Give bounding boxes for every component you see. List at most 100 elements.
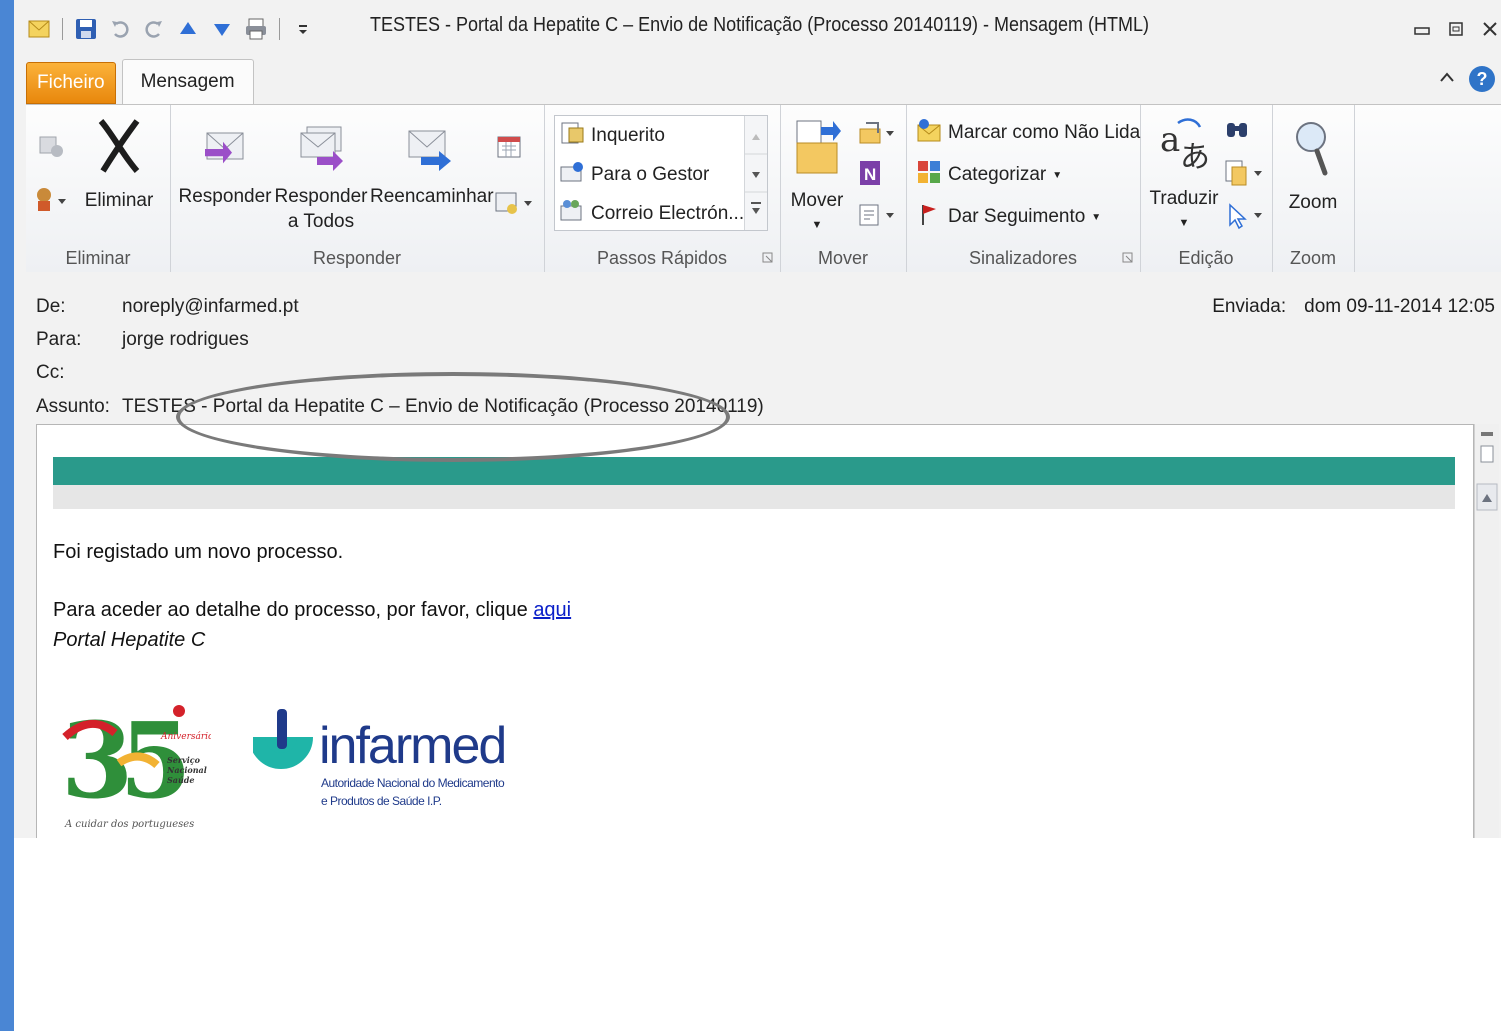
group-eliminar: Eliminar Eliminar xyxy=(26,105,171,273)
email-subheader-bar xyxy=(53,485,1455,509)
move-button[interactable]: Mover ▼ xyxy=(786,113,848,238)
svg-text:Aniversário: Aniversário xyxy=(160,731,211,742)
envelope-icon xyxy=(26,16,52,42)
delete-button[interactable]: Eliminar xyxy=(76,115,162,213)
reply-icon xyxy=(178,119,272,178)
outlook-message-window: TESTES - Portal da Hepatite C – Envio de… xyxy=(14,0,1501,838)
categorize-icon xyxy=(916,159,942,191)
rules-icon[interactable] xyxy=(856,119,896,152)
find-icon[interactable] xyxy=(1224,117,1252,150)
categorize-button[interactable]: Categorizar ▼ xyxy=(916,159,1062,191)
onenote-icon[interactable]: N xyxy=(856,159,884,192)
reply-label: Responder xyxy=(178,186,272,207)
group-label-tags: Sinalizadores xyxy=(968,248,1078,268)
manager-mail-icon xyxy=(559,159,585,191)
redo-icon[interactable] xyxy=(141,16,167,42)
cleanup-icon[interactable] xyxy=(34,185,68,220)
undo-icon[interactable] xyxy=(107,16,133,42)
customize-toolbar-icon[interactable] xyxy=(290,16,316,42)
body-line-2: Para aceder ao detalhe do processo, por … xyxy=(53,599,571,622)
select-icon[interactable] xyxy=(1224,201,1264,236)
magnifier-icon xyxy=(1278,115,1348,184)
follow-up-button[interactable]: Dar Seguimento ▼ xyxy=(916,201,1101,233)
categorize-label: Categorizar xyxy=(948,164,1047,185)
mark-unread-button[interactable]: Marcar como Não Lida xyxy=(916,117,1140,149)
svg-text:e Produtos de Saúde I.P.: e Produtos de Saúde I.P. xyxy=(321,794,442,808)
svg-text:Autoridade Nacional do Medicam: Autoridade Nacional do Medicamento xyxy=(321,776,505,790)
actions-icon[interactable] xyxy=(856,201,896,234)
svg-text:Serviço: Serviço xyxy=(167,755,201,765)
follow-up-dropdown-icon: ▼ xyxy=(1091,211,1102,223)
from-row: De: noreply@infarmed.pt xyxy=(36,296,299,318)
window-title: TESTES - Portal da Hepatite C – Envio de… xyxy=(370,14,1150,36)
forward-label: Reencaminhar xyxy=(370,186,494,207)
quick-step-inquerito[interactable]: Inquerito xyxy=(559,120,665,152)
ribbon-tabs: Ficheiro Mensagem xyxy=(26,59,254,104)
quick-step-para-o-gestor[interactable]: Para o Gestor xyxy=(559,159,709,191)
translate-button[interactable]: aあ Traduzir ▼ xyxy=(1146,115,1222,236)
body-line-1: Foi registado um novo processo. xyxy=(53,541,344,563)
group-label-editing: Edição xyxy=(1178,248,1234,268)
forward-icon xyxy=(370,119,488,178)
next-item-icon[interactable] xyxy=(209,16,235,42)
svg-text:Saúde: Saúde xyxy=(167,775,194,785)
left-accent-bar xyxy=(0,0,14,1031)
to-row: Para: jorge rodrigues xyxy=(36,329,249,351)
reply-all-label-2: a Todos xyxy=(287,211,355,232)
meeting-icon[interactable] xyxy=(496,133,524,166)
restore-icon[interactable] xyxy=(1445,18,1467,40)
sns-35-anniversary-logo: 35 Aniversário Serviço Nacional Saúde A … xyxy=(61,693,214,833)
related-icon[interactable] xyxy=(1224,159,1264,194)
zoom-label: Zoom xyxy=(1288,192,1338,213)
quick-step-label: Para o Gestor xyxy=(591,164,710,185)
subject-label: Assunto: xyxy=(36,396,110,417)
message-header: De: noreply@infarmed.pt Para: jorge rodr… xyxy=(14,272,1501,424)
svg-text:A cuidar dos portugueses: A cuidar dos portugueses xyxy=(64,819,194,830)
quick-steps-launcher-icon[interactable] xyxy=(762,252,774,267)
close-icon[interactable] xyxy=(1479,18,1501,40)
group-label-quick-steps: Passos Rápidos xyxy=(596,248,728,268)
reply-all-button[interactable]: Responder a Todos xyxy=(274,119,368,234)
tags-launcher-icon[interactable] xyxy=(1122,252,1134,267)
group-responder: Responder Responder a Todos Reencaminhar xyxy=(170,105,545,273)
group-zoom: Zoom Zoom xyxy=(1272,105,1355,273)
quick-steps-scroll[interactable] xyxy=(744,116,767,230)
more-respond-icon[interactable] xyxy=(494,189,536,222)
minimize-icon[interactable] xyxy=(1411,18,1433,40)
translate-label: Traduzir xyxy=(1149,188,1219,209)
translate-dropdown-icon: ▼ xyxy=(1178,217,1190,229)
save-icon[interactable] xyxy=(73,16,99,42)
svg-text:N: N xyxy=(864,165,876,184)
quick-step-icon xyxy=(559,120,585,152)
body-scrollbar[interactable] xyxy=(1474,424,1499,838)
quick-step-correio[interactable]: Correio Electrón... xyxy=(559,198,744,230)
ignore-icon[interactable] xyxy=(36,131,64,164)
group-editing: aあ Traduzir ▼ Edição xyxy=(1140,105,1273,273)
delete-x-icon xyxy=(76,115,162,182)
reply-button[interactable]: Responder xyxy=(178,119,272,209)
follow-up-label: Dar Seguimento xyxy=(948,206,1086,227)
tab-file[interactable]: Ficheiro xyxy=(26,62,116,104)
forward-button[interactable]: Reencaminhar xyxy=(370,119,494,209)
from-value[interactable]: noreply@infarmed.pt xyxy=(122,296,299,318)
tab-message[interactable]: Mensagem xyxy=(121,59,254,104)
previous-item-icon[interactable] xyxy=(175,16,201,42)
move-folder-icon xyxy=(786,113,848,182)
print-icon[interactable] xyxy=(243,16,269,42)
quick-step-label: Correio Electrón... xyxy=(591,203,745,224)
move-dropdown-icon: ▼ xyxy=(811,219,823,231)
move-label: Mover xyxy=(790,190,844,211)
group-label-zoom: Zoom xyxy=(1289,248,1336,268)
process-detail-link[interactable]: aqui xyxy=(533,599,571,621)
svg-text:a: a xyxy=(1160,120,1180,160)
mark-unread-icon xyxy=(916,117,942,149)
help-icon[interactable]: ? xyxy=(1469,66,1495,92)
zoom-button[interactable]: Zoom xyxy=(1278,115,1348,215)
minimize-ribbon-icon[interactable] xyxy=(1439,70,1455,88)
svg-text:あ: あ xyxy=(1180,140,1210,173)
to-value[interactable]: jorge rodrigues xyxy=(122,329,249,351)
body-line-2-text: Para aceder ao detalhe do processo, por … xyxy=(53,599,534,621)
quick-steps-gallery: Inquerito Para o Gestor Correio Electrón… xyxy=(554,115,768,231)
subject-value: TESTES - Portal da Hepatite C – Envio de… xyxy=(122,396,764,417)
infarmed-logo: infarmed Autoridade Nacional do Medicame… xyxy=(249,703,513,813)
